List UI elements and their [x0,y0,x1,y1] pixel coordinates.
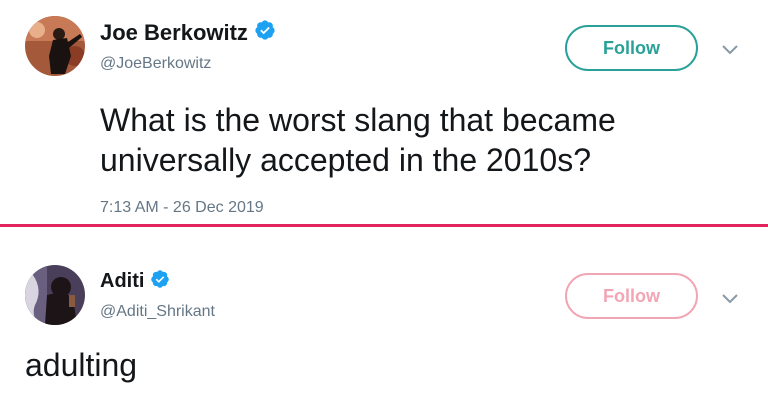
author-name[interactable]: Joe Berkowitz [100,20,248,46]
chevron-down-icon[interactable] [722,291,738,309]
author-name-row: Joe Berkowitz [100,19,276,46]
author-handle[interactable]: @JoeBerkowitz [100,55,211,73]
author-name-row: Aditi [100,269,170,294]
verified-badge-icon [254,19,276,46]
tweet-text-line-1: What is the worst slang that became [100,102,616,138]
tweet-aditi: Aditi @Aditi_Shrikant Follow adulting [0,227,768,402]
tweet-text: adulting [25,347,138,383]
avatar[interactable] [25,16,85,76]
chevron-down-icon[interactable] [722,42,738,60]
follow-button[interactable]: Follow [565,25,698,71]
verified-badge-icon [150,269,170,294]
author-name[interactable]: Aditi [100,270,144,293]
author-handle[interactable]: @Aditi_Shrikant [100,303,215,321]
avatar[interactable] [25,265,85,325]
tweet-text-line-2: universally accepted in the 2010s? [100,142,591,178]
tweet-timestamp[interactable]: 7:13 AM - 26 Dec 2019 [100,199,264,217]
follow-button[interactable]: Follow [565,273,698,319]
tweet-joe-berkowitz: Joe Berkowitz @JoeBerkowitz Follow What … [0,0,768,226]
